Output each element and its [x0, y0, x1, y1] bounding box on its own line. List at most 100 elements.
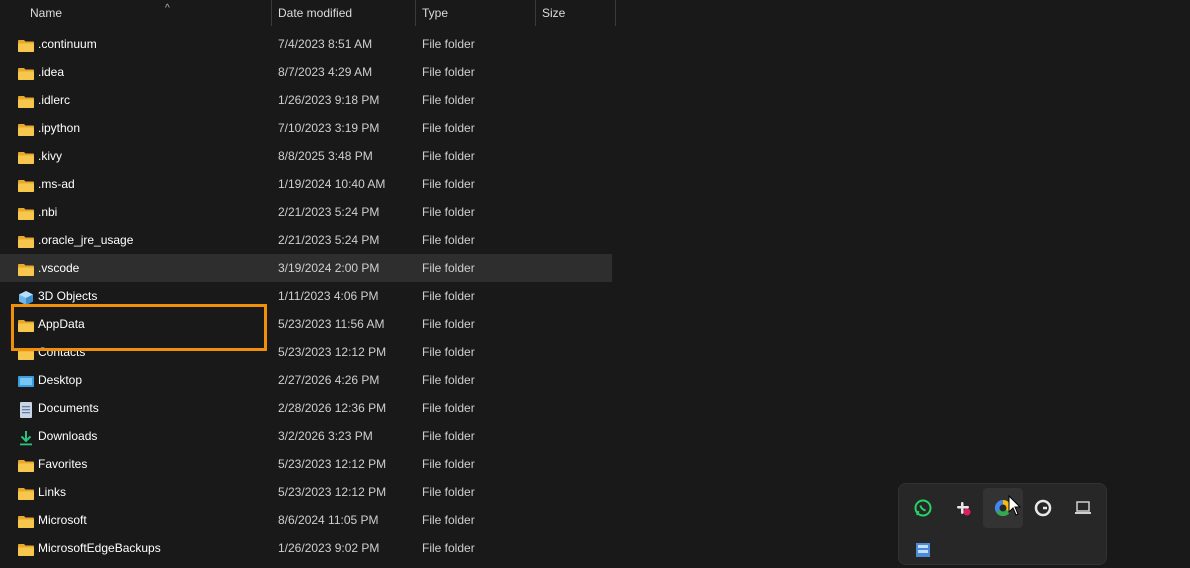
file-row[interactable]: .ipython 7/10/2023 3:19 PM File folder: [0, 114, 612, 142]
folder-icon: [18, 540, 34, 556]
file-type: File folder: [422, 177, 475, 191]
file-type: File folder: [422, 345, 475, 359]
column-header-type-label: Type: [422, 6, 449, 20]
network-device-icon[interactable]: [903, 528, 943, 568]
file-name: Desktop: [38, 373, 83, 387]
folder-icon: [18, 232, 34, 248]
file-type: File folder: [422, 65, 475, 79]
file-row[interactable]: Documents 2/28/2026 12:36 PM File folder: [0, 394, 612, 422]
file-row[interactable]: .kivy 8/8/2025 3:48 PM File folder: [0, 142, 612, 170]
file-date-modified: 1/11/2023 4:06 PM: [278, 289, 379, 303]
file-name: .idea: [38, 65, 65, 79]
column-header-size-label: Size: [542, 6, 566, 20]
file-type: File folder: [422, 541, 475, 555]
file-row[interactable]: .idea 8/7/2023 4:29 AM File folder: [0, 58, 612, 86]
folder-icon: [18, 176, 34, 192]
folder-icon: [18, 484, 34, 500]
file-row[interactable]: Links 5/23/2023 12:12 PM File folder: [0, 478, 612, 506]
grammarly-icon[interactable]: [1023, 488, 1063, 528]
file-row[interactable]: .vscode 3/19/2024 2:00 PM File folder: [0, 254, 612, 282]
column-header-name-label: Name: [30, 6, 63, 20]
file-date-modified: 1/26/2023 9:02 PM: [278, 541, 380, 555]
file-date-modified: 2/21/2023 5:24 PM: [278, 205, 380, 219]
file-row[interactable]: .oracle_jre_usage 2/21/2023 5:24 PM File f…: [0, 226, 612, 254]
column-header-date[interactable]: Date modified: [272, 0, 416, 26]
file-name: .continuum: [38, 37, 97, 51]
file-row[interactable]: 3D Objects 1/11/2023 4:06 PM File folder: [0, 282, 612, 310]
file-name: MicrosoftEdgeBackups: [38, 541, 161, 555]
folder-icon: [18, 92, 34, 108]
slack-icon[interactable]: [943, 488, 983, 528]
file-date-modified: 8/7/2023 4:29 AM: [278, 65, 373, 79]
documents-icon: [18, 400, 34, 418]
sort-ascending-icon: ^: [165, 3, 170, 14]
file-type: File folder: [422, 93, 475, 107]
file-row[interactable]: AppData 5/23/2023 11:56 AM File folder: [0, 310, 612, 338]
file-row[interactable]: .nbi 2/21/2023 5:24 PM File folder: [0, 198, 612, 226]
file-type: File folder: [422, 149, 475, 163]
file-date-modified: 2/21/2023 5:24 PM: [278, 233, 380, 247]
file-type: File folder: [422, 233, 475, 247]
laptop-icon[interactable]: [1063, 488, 1103, 528]
file-row[interactable]: .continuum 7/4/2023 8:51 AM File folder: [0, 30, 612, 58]
file-row[interactable]: .idlerc 1/26/2023 9:18 PM File folder: [0, 86, 612, 114]
file-name: Documents: [38, 401, 99, 415]
file-type: File folder: [422, 401, 475, 415]
file-name: Contacts: [38, 345, 86, 359]
folder-icon: [18, 64, 34, 80]
file-date-modified: 5/23/2023 12:12 PM: [278, 345, 387, 359]
column-header-name[interactable]: Name ^: [24, 0, 272, 26]
file-date-modified: 1/19/2024 10:40 AM: [278, 177, 386, 191]
file-date-modified: 2/27/2026 4:26 PM: [278, 373, 380, 387]
file-date-modified: 8/6/2024 11:05 PM: [278, 513, 379, 527]
file-date-modified: 7/10/2023 3:19 PM: [278, 121, 380, 135]
folder-icon: [18, 512, 34, 528]
file-row[interactable]: Contacts 5/23/2023 12:12 PM File folder: [0, 338, 612, 366]
folder-icon: [18, 120, 34, 136]
file-row[interactable]: Downloads 3/2/2026 3:23 PM File folder: [0, 422, 612, 450]
whatsapp-icon[interactable]: [903, 488, 943, 528]
file-type: File folder: [422, 429, 475, 443]
file-date-modified: 8/8/2025 3:48 PM: [278, 149, 373, 163]
file-name: Favorites: [38, 457, 88, 471]
file-name: AppData: [38, 317, 85, 331]
file-row[interactable]: MicrosoftEdgeBackups 1/26/2023 9:02 PM Fil…: [0, 534, 612, 562]
file-row[interactable]: Favorites 5/23/2023 12:12 PM File folder: [0, 450, 612, 478]
file-date-modified: 3/2/2026 3:23 PM: [278, 429, 373, 443]
file-date-modified: 5/23/2023 12:12 PM: [278, 457, 387, 471]
folder-icon: [18, 316, 34, 332]
file-name: .ms-ad: [38, 177, 75, 191]
file-type: File folder: [422, 289, 475, 303]
file-name: 3D Objects: [38, 289, 98, 303]
file-type: File folder: [422, 457, 475, 471]
file-name: .kivy: [38, 149, 62, 163]
file-name: .nbi: [38, 205, 58, 219]
file-date-modified: 1/26/2023 9:18 PM: [278, 93, 380, 107]
downloads-icon: [18, 428, 34, 446]
file-date-modified: 2/28/2026 12:36 PM: [278, 401, 387, 415]
desktop-icon: [18, 372, 34, 388]
folder-icon: [18, 260, 34, 276]
column-header-bar: Name ^ Date modified Type Size: [0, 0, 616, 26]
column-header-type[interactable]: Type: [416, 0, 536, 26]
mouse-cursor-icon: [1008, 494, 1022, 522]
file-row[interactable]: Desktop 2/27/2026 4:26 PM File folder: [0, 366, 612, 394]
folder-icon: [18, 148, 34, 164]
column-header-date-label: Date modified: [278, 6, 353, 20]
file-name: .ipython: [38, 121, 81, 135]
file-name: Downloads: [38, 429, 98, 443]
file-type: File folder: [422, 121, 475, 135]
file-type: File folder: [422, 205, 475, 219]
file-type: File folder: [422, 317, 475, 331]
file-row[interactable]: Microsoft 8/6/2024 11:05 PM File folder: [0, 506, 612, 534]
file-date-modified: 3/19/2024 2:00 PM: [278, 261, 380, 275]
file-type: File folder: [422, 37, 475, 51]
file-name: Microsoft: [38, 513, 87, 527]
folder-icon: [18, 344, 34, 360]
file-row[interactable]: .ms-ad 1/19/2024 10:40 AM File folder: [0, 170, 612, 198]
file-name: .oracle_jre_usage: [38, 233, 134, 247]
folder-icon: [18, 36, 34, 52]
file-name: Links: [38, 485, 67, 499]
column-header-size[interactable]: Size: [536, 0, 616, 26]
file-type: File folder: [422, 373, 475, 387]
